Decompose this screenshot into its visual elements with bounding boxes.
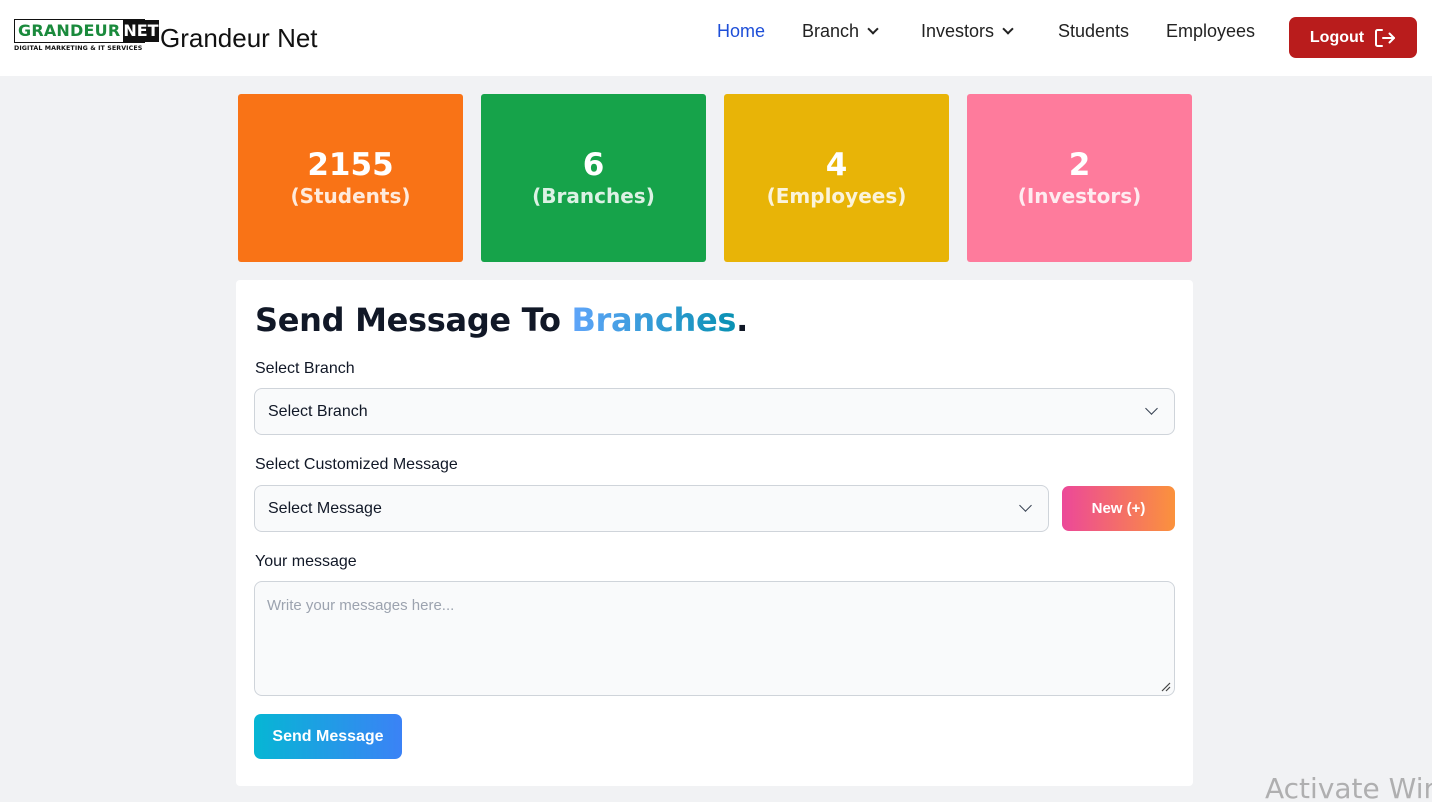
resize-handle-icon[interactable] (1160, 681, 1171, 692)
logout-label: Logout (1309, 28, 1365, 46)
stat-value: 2 (1068, 147, 1091, 183)
stat-card-employees: 4 (Employees) (724, 94, 949, 262)
title-suffix: . (736, 301, 748, 339)
chevron-down-icon (867, 22, 879, 35)
brand-name[interactable]: Grandeur Net (160, 22, 318, 54)
stat-card-investors: 2 (Investors) (967, 94, 1192, 262)
stat-card-students: 2155 (Students) (238, 94, 463, 262)
nav-item-label: Investors (921, 21, 995, 41)
nav-item-branch[interactable]: Branch (802, 20, 879, 42)
message-textarea[interactable]: Write your messages here... (254, 581, 1175, 696)
branch-select-label: Select Branch (255, 360, 355, 377)
stat-label: (Students) (290, 184, 411, 208)
chevron-down-icon (1145, 402, 1158, 415)
navbar: GRANDEUR NET DIGITAL MARKETING & IT SERV… (0, 0, 1432, 76)
title-prefix: Send Message To (255, 301, 572, 339)
message-textarea-label: Your message (255, 553, 357, 570)
logo-tagline: DIGITAL MARKETING & IT SERVICES (14, 45, 143, 52)
send-message-card: Send Message To Branches. Select Branch … (236, 280, 1193, 786)
nav-item-home[interactable]: Home (717, 20, 765, 42)
page-title: Send Message To Branches. (255, 300, 748, 340)
chevron-down-icon (1019, 499, 1032, 512)
stat-value: 2155 (307, 147, 394, 183)
stat-label: (Investors) (1017, 184, 1142, 208)
nav-item-employees[interactable]: Employees (1166, 20, 1255, 42)
nav-item-investors[interactable]: Investors (921, 20, 1014, 42)
stat-value: 6 (582, 147, 605, 183)
message-select-label: Select Customized Message (255, 456, 458, 473)
logout-button[interactable]: Logout (1289, 17, 1417, 58)
nav-item-label: Students (1058, 21, 1130, 41)
stat-value: 4 (825, 147, 848, 183)
nav-item-label: Employees (1166, 21, 1256, 41)
title-accent: Branches (571, 301, 737, 339)
stat-card-branches: 6 (Branches) (481, 94, 706, 262)
message-select[interactable]: Select Message (254, 485, 1049, 532)
chevron-down-icon (1002, 22, 1014, 35)
logo-accent-text: NET (123, 20, 159, 42)
branch-select-value: Select Branch (268, 402, 368, 420)
new-message-button[interactable]: New (+) (1062, 486, 1175, 531)
message-placeholder: Write your messages here... (267, 597, 455, 614)
stat-label: (Branches) (532, 184, 655, 208)
brand-logo[interactable]: GRANDEUR NET DIGITAL MARKETING & IT SERV… (14, 19, 159, 55)
nav-item-label: Branch (802, 21, 860, 41)
nav-item-label: Home (717, 21, 766, 41)
nav-item-students[interactable]: Students (1058, 20, 1129, 42)
os-activation-watermark: Activate Wind (1265, 772, 1432, 802)
message-select-value: Select Message (268, 499, 382, 517)
logo-main-text: GRANDEUR (15, 20, 124, 42)
stat-label: (Employees) (766, 184, 907, 208)
branch-select[interactable]: Select Branch (254, 388, 1175, 435)
send-message-button[interactable]: Send Message (254, 714, 402, 759)
logout-icon (1375, 28, 1396, 47)
